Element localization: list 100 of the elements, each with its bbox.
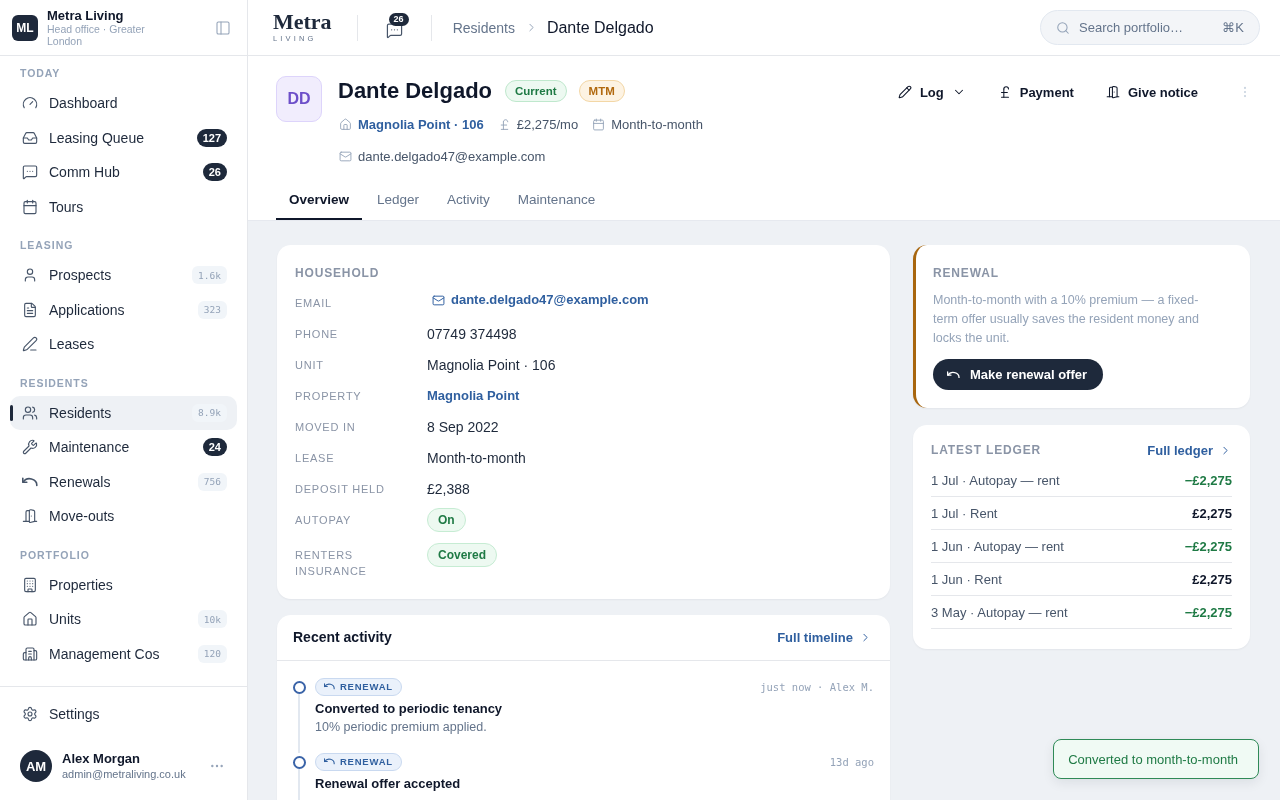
mail-icon (339, 149, 352, 163)
resident-avatar: DD (276, 76, 322, 122)
count-badge: 756 (197, 472, 227, 491)
page-title: Dante Delgado (546, 18, 654, 37)
logo-wordmark: Metra (273, 12, 332, 32)
tab[interactable]: Maintenance (504, 180, 609, 220)
count-badge: 24 (202, 438, 227, 457)
timeline-ring-icon (292, 755, 306, 769)
section-title: TODAY (20, 66, 61, 80)
card-title: HOUSEHOLD (295, 265, 381, 281)
tab[interactable]: Ledger (364, 180, 433, 220)
panel-left-icon (215, 19, 231, 36)
status-tag: Current (505, 80, 567, 102)
undo-arrow-icon (324, 758, 335, 765)
tab[interactable]: Activity (434, 180, 503, 220)
ledger-amount: −£2,275 (1184, 604, 1232, 620)
field-label: AUTOPAY (295, 513, 353, 528)
nav-item[interactable]: Maintenance 24 (10, 430, 237, 465)
nav-item[interactable]: Dashboard (10, 86, 237, 121)
sidebar-toggle-button[interactable] (215, 19, 231, 36)
chat-icon (22, 164, 38, 181)
undo-arrow-icon (947, 370, 960, 379)
nav-item[interactable]: Properties (10, 567, 237, 602)
user-icon (22, 267, 38, 284)
nav-item[interactable]: Prospects 1.6k (10, 258, 237, 293)
calendar-icon (22, 198, 38, 215)
calendar-icon (592, 117, 606, 131)
ledger-amount: −£2,275 (1184, 538, 1232, 554)
nav-item[interactable]: Applications 323 (10, 292, 237, 327)
inbox-icon (22, 129, 38, 146)
shortcut-hint: ⌘K (1222, 19, 1244, 36)
count-badge: 323 (197, 300, 227, 319)
user-avatar: AM (20, 750, 52, 782)
house-icon (22, 611, 38, 628)
status-pill: On (427, 508, 466, 532)
undo-arrow-icon (324, 683, 335, 690)
status-pill: Covered (427, 543, 498, 567)
nav-item[interactable]: Tours (10, 189, 237, 224)
field-label: DEPOSIT HELD (295, 482, 386, 497)
brand-logo: ML (12, 14, 38, 41)
resident-name: Dante Delgado (338, 78, 493, 104)
buildings-icon (22, 645, 38, 662)
give-notice-button[interactable]: Give notice (1099, 76, 1204, 108)
activity-time: 13d ago (829, 755, 874, 768)
users-icon (22, 404, 38, 421)
field-label: LEASE (295, 451, 336, 466)
property-link[interactable]: Magnolia Point (427, 388, 520, 404)
count-badge: 8.9k (192, 403, 227, 422)
breadcrumb-link[interactable]: Residents (452, 19, 515, 36)
nav-item[interactable]: Leases (10, 327, 237, 362)
field-label: RENTERS INSURANCE (295, 548, 368, 579)
nav-item[interactable]: Move-outs (10, 499, 237, 534)
wrench-icon (22, 439, 38, 456)
nav-item[interactable]: Leasing Queue 127 (10, 120, 237, 155)
door-icon (1105, 85, 1120, 99)
user-email: admin@metraliving.co.uk (62, 767, 186, 781)
pencil-icon (897, 85, 912, 99)
full-ledger-link[interactable]: Full ledger (1147, 442, 1232, 458)
make-offer-button[interactable]: Make renewal offer (933, 359, 1104, 390)
tag-label: RENEWAL (340, 681, 393, 692)
messages-button[interactable]: 26 (377, 10, 412, 45)
status-tag: MTM (578, 80, 625, 102)
card-title: RENEWAL (933, 265, 1000, 281)
tag-label: RENEWAL (340, 756, 393, 767)
activity-title: Converted to periodic tenancy (315, 699, 504, 718)
activity-detail: 10% periodic premium applied. (315, 718, 488, 736)
brand-subtitle: Head office · Greater London (47, 23, 146, 47)
chat-icon (386, 21, 404, 39)
card-title: Recent activity (293, 629, 392, 645)
lease-type: Month-to-month (611, 116, 703, 132)
toast-message: Converted to month-to-month (1053, 739, 1259, 779)
count-badge: 120 (197, 644, 227, 663)
nav-item[interactable]: Renewals 756 (10, 464, 237, 499)
ledger-amount: £2,275 (1192, 505, 1232, 521)
door-icon (22, 508, 38, 525)
log-button[interactable]: Log (891, 76, 972, 108)
field-value: £2,388 (427, 481, 470, 497)
full-timeline-link[interactable]: Full timeline (777, 629, 872, 645)
ledger-description: 1 Jul · Rent (931, 505, 998, 521)
nav-item[interactable]: Comm Hub 26 (10, 155, 237, 190)
nav-item[interactable]: Management Cos 120 (10, 636, 237, 671)
field-value: Magnolia Point · 106 (427, 357, 556, 373)
field-label: EMAIL (295, 296, 333, 311)
rent-amount: £2,275/mo (516, 116, 579, 132)
ledger-amount: −£2,275 (1184, 472, 1232, 488)
unit-link[interactable]: Magnolia Point · 106 (358, 116, 484, 132)
nav-item[interactable]: Units 10k (10, 602, 237, 637)
timeline-ring-icon (292, 680, 306, 694)
nav-item[interactable]: Residents 8.9k (10, 395, 237, 430)
section-title: PORTFOLIO (20, 547, 90, 562)
section-title: RESIDENTS (20, 375, 89, 390)
email-link[interactable]: dante.delgado47@example.com (451, 292, 649, 308)
ledger-description: 1 Jul · Autopay — rent (931, 472, 1060, 488)
activity-time: just now · Alex M. (760, 680, 874, 693)
field-label: UNIT (295, 358, 325, 373)
payment-button[interactable]: Payment (991, 76, 1080, 108)
search-icon (1056, 20, 1070, 35)
count-badge: 26 (202, 163, 227, 182)
field-value: 8 Sep 2022 (427, 419, 499, 435)
nav-item[interactable]: Settings (10, 696, 237, 731)
